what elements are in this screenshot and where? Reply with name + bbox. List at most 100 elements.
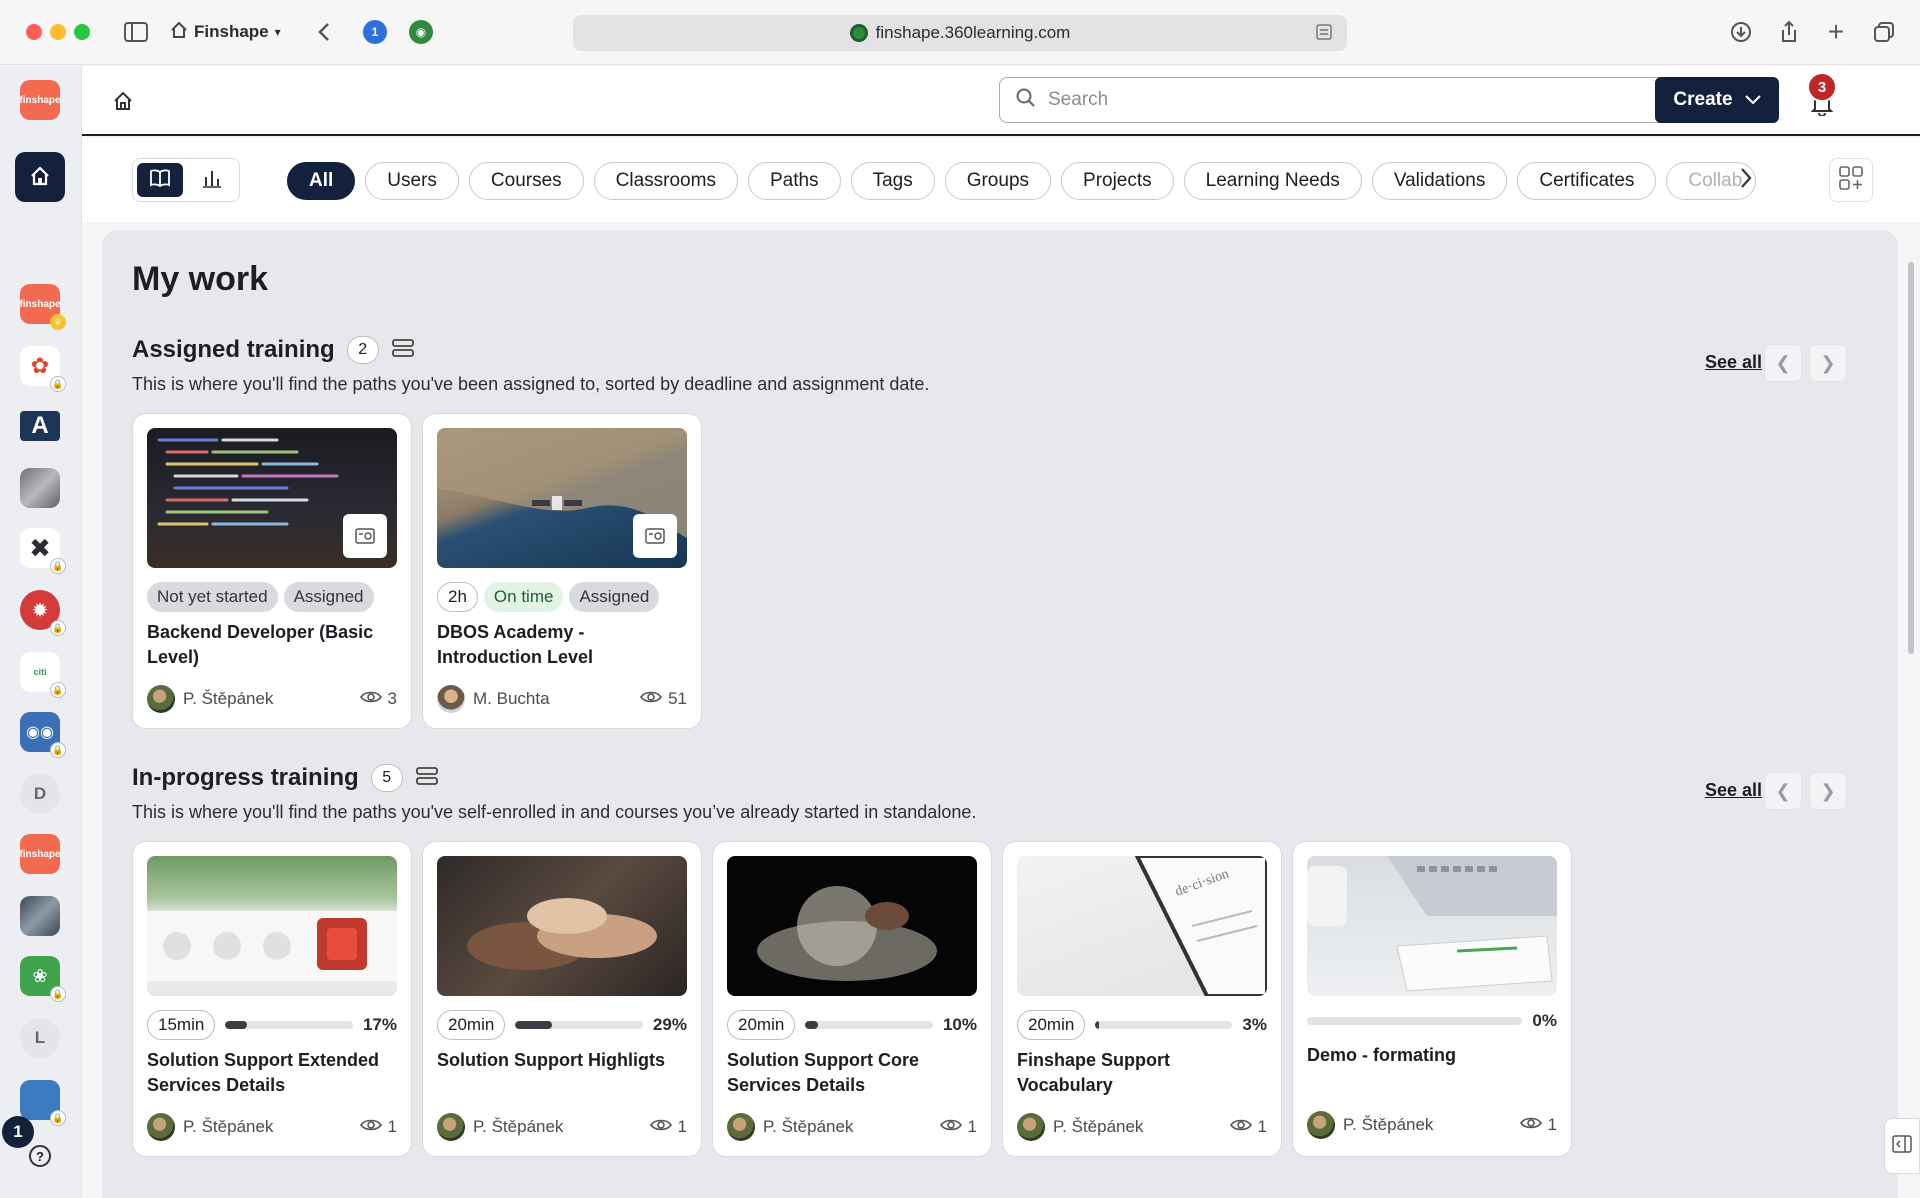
rail-workspace-photo-2[interactable] <box>20 896 60 936</box>
my-work-panel: My work Assigned training 2 This is wher… <box>102 230 1898 1198</box>
training-card[interactable]: 20min 10% Solution Support Core Services… <box>712 841 992 1157</box>
rail-workspace-a[interactable]: A <box>20 411 60 441</box>
filter-chip-learning-needs[interactable]: Learning Needs <box>1183 162 1362 200</box>
carousel-next-icon[interactable]: ❯ <box>1809 344 1847 382</box>
filter-chip-certificates[interactable]: Certificates <box>1517 162 1657 200</box>
filter-chip-validations[interactable]: Validations <box>1371 162 1508 200</box>
filter-chip-classrooms[interactable]: Classrooms <box>593 162 738 200</box>
views-value: 1 <box>1257 1117 1267 1136</box>
filter-chip-paths[interactable]: Paths <box>747 162 841 200</box>
carousel-next-icon[interactable]: ❯ <box>1809 772 1847 810</box>
section-count: 2 <box>346 336 379 364</box>
minimize-window-button[interactable] <box>50 24 66 40</box>
close-window-button[interactable] <box>26 24 42 40</box>
download-icon[interactable] <box>1727 18 1755 46</box>
share-icon[interactable] <box>1775 18 1803 46</box>
rail-workspace-finshape-owner[interactable]: finshape ♕ <box>19 284 66 330</box>
course-thumbnail <box>437 856 687 996</box>
rail-workspace-green[interactable]: ❀ 🔒 <box>20 956 66 1002</box>
eye-icon <box>649 1117 672 1137</box>
new-tab-icon[interactable]: + <box>1822 16 1850 47</box>
card-title: Solution Support Core Services Details <box>727 1050 919 1095</box>
training-card[interactable]: 15min 17% Solution Support Extended Serv… <box>132 841 412 1157</box>
training-card[interactable]: 2h On time Assigned DBOS Academy - Intro… <box>422 413 702 729</box>
rail-workspace-citi[interactable]: citi 🔒 <box>20 652 66 698</box>
training-card[interactable]: Not yet started Assigned Backend Develop… <box>132 413 412 729</box>
tab-group-selector[interactable]: Finshape ▾ <box>170 18 281 46</box>
card-title: Finshape Support Vocabulary <box>1017 1050 1170 1095</box>
analytics-view-button[interactable] <box>189 163 235 197</box>
unread-count-badge[interactable]: 1 <box>2 1116 34 1148</box>
create-button[interactable]: Create <box>1655 77 1779 123</box>
carousel-prev-icon[interactable]: ❮ <box>1764 344 1802 382</box>
rail-workspace-photo-1[interactable] <box>20 468 60 508</box>
learning-view-button[interactable] <box>137 163 183 197</box>
flame-logo-icon: ✿ <box>30 353 50 378</box>
course-thumbnail <box>1307 856 1557 996</box>
views-value: 51 <box>668 689 687 708</box>
filter-chip-groups[interactable]: Groups <box>944 162 1052 200</box>
address-bar[interactable]: finshape.360learning.com <box>573 15 1347 51</box>
side-panel-toggle[interactable] <box>1884 1118 1920 1174</box>
rail-workspace-x[interactable]: ✖ 🔒 <box>20 528 66 574</box>
carousel-prev-icon[interactable]: ❮ <box>1764 772 1802 810</box>
page-scrollbar[interactable] <box>1908 262 1914 654</box>
training-card[interactable]: 20min 29% Solution Support Highligts P. … <box>422 841 702 1157</box>
list-view-icon[interactable] <box>415 766 439 791</box>
filter-chip-courses[interactable]: Courses <box>468 162 584 200</box>
see-all-link[interactable]: See all <box>1705 352 1762 373</box>
robot-icon: ◉◉ <box>26 724 54 741</box>
rail-workspace-finshape[interactable]: finshape <box>19 80 61 120</box>
filter-chip-projects[interactable]: Projects <box>1061 162 1174 200</box>
card-footer: P. Štěpánek 1 <box>437 1112 687 1142</box>
progress-percent: 3% <box>1242 1015 1267 1034</box>
training-card[interactable]: 0% Demo - formating P. Štěpánek 1 <box>1292 841 1572 1157</box>
chips-scroll-right-icon[interactable] <box>1739 166 1753 197</box>
views-count: 51 <box>640 689 687 709</box>
filter-chip-all[interactable]: All <box>287 162 356 200</box>
crown-icon: ♕ <box>50 314 66 330</box>
add-widget-button[interactable] <box>1829 158 1873 202</box>
section-title: Assigned training <box>132 336 335 363</box>
filter-chip-users[interactable]: Users <box>365 162 459 200</box>
duration-badge: 15min <box>147 1010 216 1040</box>
password-manager-icon[interactable]: 1 <box>363 20 387 44</box>
url-text: finshape.360learning.com <box>875 23 1071 42</box>
search-box[interactable] <box>999 77 1717 123</box>
rail-workspace-blue[interactable]: 🔒 <box>20 1080 66 1126</box>
extension-icon[interactable]: ◉ <box>409 20 433 44</box>
search-input[interactable] <box>1048 89 1648 111</box>
eye-icon <box>640 689 663 709</box>
rail-item-label: A <box>31 412 49 439</box>
rail-workspace-l[interactable]: L <box>20 1018 60 1058</box>
filter-chips: All Users Courses Classrooms Paths Tags … <box>287 162 1757 200</box>
views-count: 1 <box>1519 1115 1557 1135</box>
status-badge: Not yet started <box>147 582 278 612</box>
views-count: 1 <box>359 1117 397 1137</box>
eye-icon <box>359 689 382 709</box>
help-icon[interactable]: ? <box>29 1145 51 1167</box>
training-card[interactable]: de·ci·sion 20min 3% Finshape Support Voc… <box>1002 841 1282 1157</box>
x-logo-icon: ✖ <box>29 532 51 563</box>
back-icon[interactable] <box>310 18 338 46</box>
rail-workspace-flame[interactable]: ✿ 🔒 <box>20 346 66 392</box>
filter-chip-tags[interactable]: Tags <box>850 162 935 200</box>
zoom-window-button[interactable] <box>74 24 90 40</box>
power-strip-image <box>147 911 397 981</box>
home-icon[interactable] <box>112 90 134 117</box>
notification-count-badge: 3 <box>1807 72 1837 102</box>
rail-workspace-red-seal[interactable]: ✹ 🔒 <box>20 590 66 636</box>
rail-workspace-finshape-2[interactable]: finshape <box>19 834 61 874</box>
tab-overview-icon[interactable] <box>1870 18 1898 46</box>
rail-home-button[interactable] <box>15 152 65 202</box>
author-avatar <box>1017 1113 1045 1141</box>
reader-view-icon[interactable] <box>1315 23 1333 46</box>
sidebar-toggle-icon[interactable] <box>122 18 150 46</box>
rail-workspace-robot[interactable]: ◉◉ 🔒 <box>20 712 66 758</box>
views-count: 1 <box>939 1117 977 1137</box>
list-view-icon[interactable] <box>391 338 415 363</box>
rail-workspace-d[interactable]: D <box>20 774 60 814</box>
eye-icon <box>359 1117 382 1137</box>
see-all-link[interactable]: See all <box>1705 780 1762 801</box>
progress-percent: 0% <box>1532 1011 1557 1030</box>
